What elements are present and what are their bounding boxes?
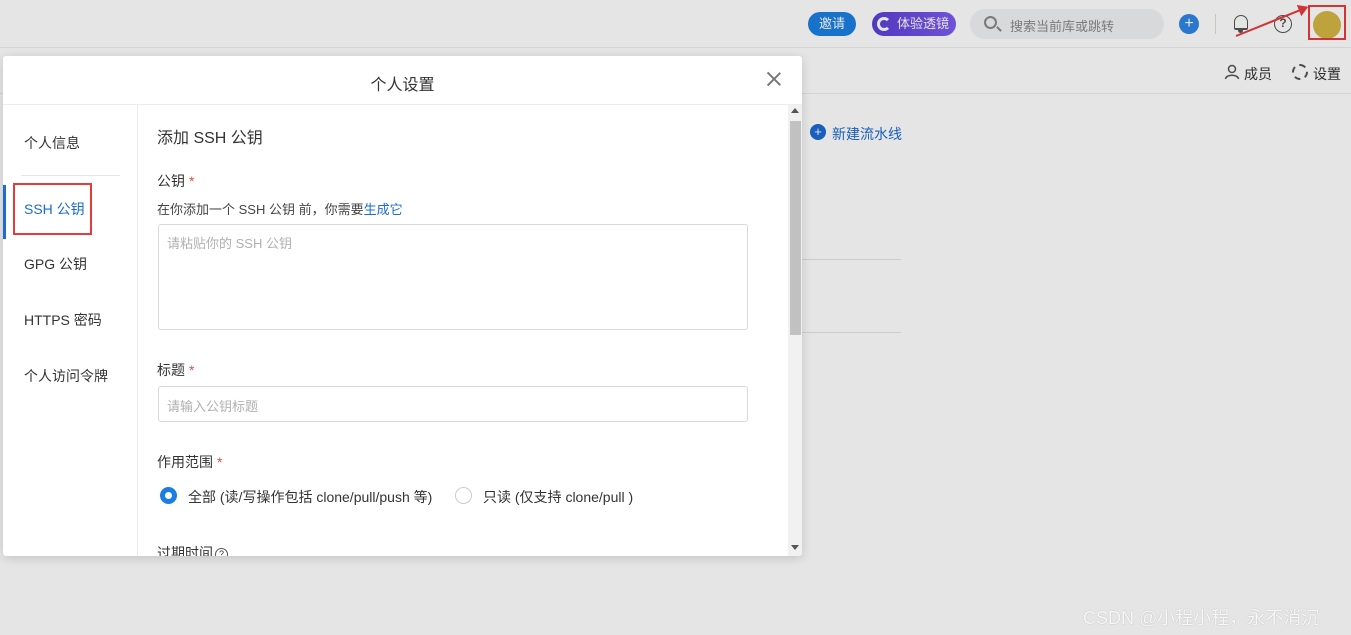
key-label-text: 公钥 <box>157 173 185 189</box>
scrollbar[interactable] <box>788 105 802 556</box>
required-mark: * <box>217 454 223 470</box>
nav-item-access-token[interactable]: 个人访问令牌 <box>3 361 138 391</box>
nav-item-gpg-key[interactable]: GPG 公钥 <box>3 249 138 279</box>
radio-dot <box>160 487 177 504</box>
info-icon[interactable]: ? <box>215 548 228 556</box>
key-title-input[interactable]: 请输入公钥标题 <box>158 386 748 422</box>
section-title: 添加 SSH 公钥 <box>157 130 263 147</box>
close-icon[interactable] <box>765 70 783 88</box>
title-label: 标题 * <box>157 360 194 380</box>
key-label: 公钥 * <box>157 171 194 191</box>
required-mark: * <box>189 173 195 189</box>
expire-label-text: 过期时间 <box>157 545 213 556</box>
public-key-textarea[interactable]: 请粘贴你的 SSH 公钥 <box>158 224 748 330</box>
key-hint: 在你添加一个 SSH 公钥 前，你需要生成它 <box>157 199 403 218</box>
radio-dot <box>455 487 472 504</box>
scope-radio-all[interactable]: 全部 (读/写操作包括 clone/pull/push 等) <box>160 487 432 507</box>
ssh-highlight-box <box>13 183 92 235</box>
watermark: CSDN @小程小程，永不消沉 <box>1083 608 1320 628</box>
scope-label-text: 作用范围 <box>157 454 213 470</box>
title-label-text: 标题 <box>157 362 185 378</box>
settings-nav: 个人信息 SSH 公钥 GPG 公钥 HTTPS 密码 个人访问令牌 <box>3 105 138 556</box>
scope-all-label: 全部 (读/写操作包括 clone/pull/push 等) <box>188 489 433 505</box>
ssh-key-form: 添加 SSH 公钥 公钥 * 在你添加一个 SSH 公钥 前，你需要生成它 请粘贴… <box>138 105 788 556</box>
scroll-up-icon[interactable] <box>791 108 799 113</box>
scroll-down-icon[interactable] <box>791 545 799 550</box>
hint-text: 在你添加一个 SSH 公钥 前，你需要 <box>157 202 364 217</box>
scroll-thumb[interactable] <box>790 121 801 335</box>
modal-header: 个人设置 <box>3 56 802 105</box>
scope-label: 作用范围 * <box>157 452 222 472</box>
personal-settings-modal: 个人设置 个人信息 SSH 公钥 GPG 公钥 HTTPS 密码 个人访问令牌 … <box>3 56 802 556</box>
nav-divider <box>21 175 120 176</box>
scope-radio-readonly[interactable]: 只读 (仅支持 clone/pull ) <box>455 487 633 507</box>
nav-item-https-password[interactable]: HTTPS 密码 <box>3 305 138 335</box>
scope-readonly-label: 只读 (仅支持 clone/pull ) <box>483 489 634 505</box>
required-mark: * <box>189 362 195 378</box>
modal-title: 个人设置 <box>370 77 435 94</box>
generate-key-link[interactable]: 生成它 <box>364 202 403 217</box>
expire-label: 过期时间? <box>157 543 228 556</box>
nav-item-profile[interactable]: 个人信息 <box>3 128 138 158</box>
